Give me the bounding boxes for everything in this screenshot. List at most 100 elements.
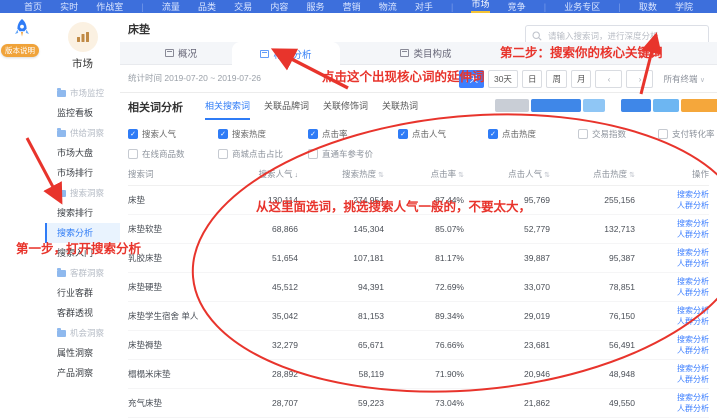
search-input[interactable] xyxy=(546,30,702,42)
search-analysis-link[interactable]: 搜索分析 xyxy=(677,306,709,316)
col-click-heat[interactable]: 点击热度⇅ xyxy=(564,168,649,180)
col-click-popularity[interactable]: 点击人气⇅ xyxy=(478,168,564,180)
section-title: 相关词分析 xyxy=(128,99,183,115)
nav-item-academy[interactable]: 学院 xyxy=(675,0,693,13)
checkbox-checked-icon[interactable] xyxy=(128,129,138,139)
tab-label: 类目构成 xyxy=(413,46,451,60)
search-popularity-cell: 45,512 xyxy=(228,282,312,292)
checkbox-unchecked-icon[interactable] xyxy=(128,149,138,159)
filter-search-heat[interactable]: 搜索热度 xyxy=(218,128,266,140)
filter-mall-click-share[interactable]: 商城点击占比 xyxy=(218,148,283,160)
sidebar-item-monitor-board[interactable]: 监控看板 xyxy=(45,103,120,123)
prev-page-button[interactable]: ‹ xyxy=(595,70,622,88)
col-search-popularity[interactable]: 搜索人气↓ xyxy=(228,168,312,180)
search-analysis-link[interactable]: 搜索分析 xyxy=(677,190,709,200)
col-click-rate[interactable]: 点击率⇅ xyxy=(398,168,478,180)
period-week-button[interactable]: 周 xyxy=(546,70,567,88)
tab-related-analysis[interactable]: 相关分析 xyxy=(232,42,340,65)
sidebar-item-industry-crowd[interactable]: 行业客群 xyxy=(45,283,120,303)
sidebar-item-search-ranking[interactable]: 搜索排行 xyxy=(45,203,120,223)
crowd-analysis-link[interactable]: 人群分析 xyxy=(677,317,709,327)
nav-item-realtime[interactable]: 实时 xyxy=(60,0,78,13)
click-rate-cell: 89.34% xyxy=(398,311,478,321)
nav-item-logistics[interactable]: 物流 xyxy=(379,0,397,13)
next-page-button[interactable]: › xyxy=(626,70,653,88)
col-search-heat[interactable]: 搜索热度⇅ xyxy=(312,168,398,180)
col-keyword[interactable]: 搜索词 xyxy=(128,168,228,180)
search-heat-cell: 107,181 xyxy=(312,253,398,263)
filter-ztc-reference-price[interactable]: 直通车参考价 xyxy=(308,148,373,160)
nav-item-home[interactable]: 首页 xyxy=(24,0,42,13)
filter-trade-index[interactable]: 交易指数 xyxy=(578,128,626,140)
nav-item-service[interactable]: 服务 xyxy=(306,0,324,13)
sort-icon[interactable]: ⇅ xyxy=(544,172,550,179)
nav-item-traffic[interactable]: 流量 xyxy=(162,0,180,13)
tab-related-search-words[interactable]: 相关搜索词 xyxy=(205,99,250,120)
version-badge[interactable]: 版本说明 xyxy=(1,44,39,57)
sidebar-item-crowd-perspective[interactable]: 客群透视 xyxy=(45,303,120,323)
crowd-analysis-link[interactable]: 人群分析 xyxy=(677,288,709,298)
search-analysis-link[interactable]: 搜索分析 xyxy=(677,219,709,229)
tab-related-modifier-words[interactable]: 关联修饰词 xyxy=(323,99,368,120)
crowd-analysis-link[interactable]: 人群分析 xyxy=(677,201,709,211)
filter-label: 点击率 xyxy=(322,128,348,140)
nav-item-marketing[interactable]: 营销 xyxy=(343,0,361,13)
filter-click-popularity[interactable]: 点击人气 xyxy=(398,128,446,140)
search-analysis-link[interactable]: 搜索分析 xyxy=(677,364,709,374)
search-analysis-link[interactable]: 搜索分析 xyxy=(677,393,709,403)
nav-item-compete[interactable]: 竞争 xyxy=(508,0,526,13)
nav-item-trade[interactable]: 交易 xyxy=(234,0,252,13)
filter-click-rate[interactable]: 点击率 xyxy=(308,128,348,140)
checkbox-unchecked-icon[interactable] xyxy=(308,149,318,159)
filter-online-products[interactable]: 在线商品数 xyxy=(128,148,185,160)
period-30d-button[interactable]: 30天 xyxy=(488,70,518,88)
sidebar-item-search-intro[interactable]: 搜索入门 xyxy=(45,243,120,263)
search-analysis-link[interactable]: 搜索分析 xyxy=(677,248,709,258)
tab-related-brand-words[interactable]: 关联品牌词 xyxy=(264,99,309,120)
nav-divider: | xyxy=(618,0,620,13)
checkbox-unchecked-icon[interactable] xyxy=(218,149,228,159)
header-label: 点击人气 xyxy=(508,169,542,179)
tab-related-hot-words[interactable]: 关联热词 xyxy=(382,99,418,120)
filter-label: 点击人气 xyxy=(412,128,446,140)
sidebar-item-market-ranking[interactable]: 市场排行 xyxy=(45,163,120,183)
period-month-button[interactable]: 月 xyxy=(571,70,592,88)
filter-click-heat[interactable]: 点击热度 xyxy=(488,128,536,140)
nav-item-biz-zone[interactable]: 业务专区 xyxy=(564,0,600,13)
sort-desc-icon[interactable]: ↓ xyxy=(295,172,299,179)
period-7d-button[interactable]: 7天 xyxy=(459,70,484,88)
actions-cell: 搜索分析人群分析 xyxy=(649,335,709,356)
search-analysis-link[interactable]: 搜索分析 xyxy=(677,277,709,287)
sort-icon[interactable]: ⇅ xyxy=(458,172,464,179)
nav-item-market-active[interactable]: 市场 xyxy=(471,0,489,13)
terminal-dropdown[interactable]: 所有终端 ∨ xyxy=(663,73,705,85)
checkbox-unchecked-icon[interactable] xyxy=(658,129,668,139)
checkbox-checked-icon[interactable] xyxy=(218,129,228,139)
filter-payment-conversion[interactable]: 支付转化率 xyxy=(658,128,715,140)
filter-search-popularity[interactable]: 搜索人气 xyxy=(128,128,176,140)
crowd-analysis-link[interactable]: 人群分析 xyxy=(677,404,709,414)
nav-item-category[interactable]: 品类 xyxy=(198,0,216,13)
nav-item-competitor[interactable]: 对手 xyxy=(415,0,433,13)
sort-icon[interactable]: ⇅ xyxy=(629,172,635,179)
nav-item-war-room[interactable]: 作战室 xyxy=(96,0,123,13)
tab-overview[interactable]: 概况 xyxy=(145,42,217,64)
nav-item-content[interactable]: 内容 xyxy=(270,0,288,13)
checkbox-checked-icon[interactable] xyxy=(488,129,498,139)
checkbox-checked-icon[interactable] xyxy=(308,129,318,139)
sidebar-item-search-analysis[interactable]: 搜索分析 xyxy=(45,223,120,243)
crowd-analysis-link[interactable]: 人群分析 xyxy=(677,346,709,356)
period-day-button[interactable]: 日 xyxy=(522,70,543,88)
checkbox-checked-icon[interactable] xyxy=(398,129,408,139)
nav-item-data-fetch[interactable]: 取数 xyxy=(639,0,657,13)
crowd-analysis-link[interactable]: 人群分析 xyxy=(677,230,709,240)
search-analysis-link[interactable]: 搜索分析 xyxy=(677,335,709,345)
crowd-analysis-link[interactable]: 人群分析 xyxy=(677,375,709,385)
sort-icon[interactable]: ⇅ xyxy=(378,172,384,179)
sidebar-item-attribute-insight[interactable]: 属性洞察 xyxy=(45,343,120,363)
sidebar-item-market-overview[interactable]: 市场大盘 xyxy=(45,143,120,163)
tab-category-composition[interactable]: 类目构成 xyxy=(382,42,470,64)
crowd-analysis-link[interactable]: 人群分析 xyxy=(677,259,709,269)
checkbox-unchecked-icon[interactable] xyxy=(578,129,588,139)
sidebar-item-product-insight[interactable]: 产品洞察 xyxy=(45,363,120,383)
